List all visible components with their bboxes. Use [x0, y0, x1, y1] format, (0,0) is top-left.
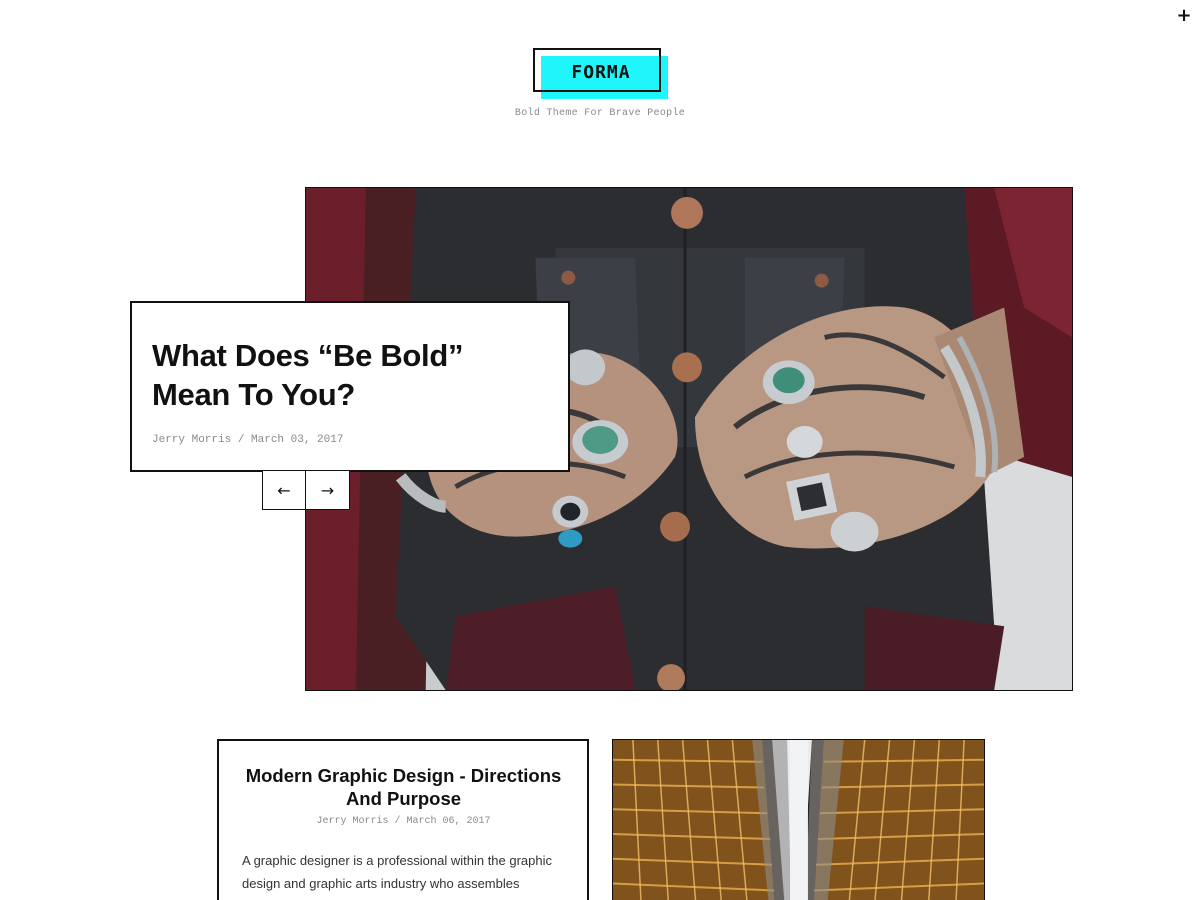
post-excerpt: A graphic designer is a professional wit…: [242, 853, 553, 891]
arrow-left-icon: ←: [277, 480, 291, 500]
slider-next-button[interactable]: →: [306, 471, 349, 509]
hero-post-title[interactable]: What Does “Be Bold” Mean To You?: [152, 336, 548, 414]
site-tagline: Bold Theme For Brave People: [514, 108, 686, 119]
menu-toggle-plus-icon[interactable]: +: [1174, 6, 1194, 26]
site-logo[interactable]: FORMA: [533, 48, 669, 100]
logo-text[interactable]: FORMA: [533, 58, 669, 88]
post-meta: Jerry Morris / March 06, 2017: [316, 816, 491, 827]
building-photo-illustration: [613, 740, 984, 900]
slider-navigation: ← →: [262, 470, 350, 510]
arrow-right-icon: →: [320, 480, 335, 500]
post-featured-image[interactable]: [612, 739, 985, 900]
post-card: Modern Graphic Design - Directions And P…: [217, 739, 589, 900]
hero-post-card: What Does “Be Bold” Mean To You? Jerry M…: [130, 301, 570, 472]
slider-prev-button[interactable]: ←: [263, 471, 306, 509]
post-title[interactable]: Modern Graphic Design - Directions And P…: [242, 764, 565, 810]
hero-post-meta: Jerry Morris / March 03, 2017: [152, 434, 344, 446]
